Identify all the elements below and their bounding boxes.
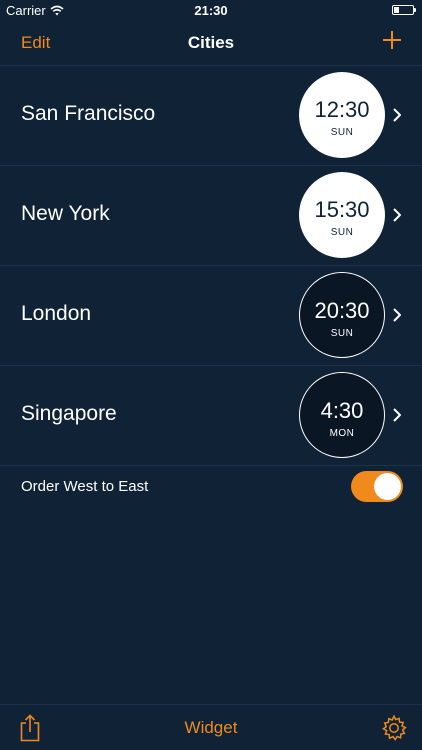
city-row-singapore[interactable]: Singapore 4:30 MON bbox=[0, 366, 422, 466]
clock-badge: 12:30 SUN bbox=[299, 72, 385, 158]
clock-weekday: SUN bbox=[330, 328, 354, 339]
bottom-toolbar: Widget bbox=[0, 704, 422, 750]
city-name: London bbox=[21, 302, 92, 325]
city-row-london[interactable]: London 20:30 SUN bbox=[0, 266, 422, 366]
chevron-right-icon bbox=[393, 308, 401, 322]
order-west-to-east-row: Order West to East bbox=[0, 464, 422, 508]
city-name: New York bbox=[21, 202, 110, 225]
city-list: San Francisco 12:30 SUN New York 15:30 S… bbox=[0, 66, 422, 466]
status-time: 21:30 bbox=[194, 3, 228, 18]
clock-time: 20:30 bbox=[314, 298, 370, 323]
chevron-right-icon bbox=[393, 108, 401, 122]
order-label: Order West to East bbox=[21, 478, 149, 495]
clock-weekday: SUN bbox=[330, 127, 354, 138]
clock-badge: 15:30 SUN bbox=[299, 172, 385, 258]
clock-time: 15:30 bbox=[314, 197, 370, 222]
clock-weekday: SUN bbox=[330, 227, 354, 238]
page-title: Cities bbox=[187, 33, 235, 52]
clock-badge: 4:30 MON bbox=[299, 372, 385, 458]
clock-badge: 20:30 SUN bbox=[299, 272, 385, 358]
status-bar: Carrier 21:30 bbox=[0, 0, 422, 22]
clock-time: 4:30 bbox=[320, 398, 364, 423]
gear-icon[interactable] bbox=[380, 714, 408, 742]
chevron-right-icon bbox=[393, 408, 401, 422]
clock-time: 12:30 bbox=[314, 97, 370, 122]
city-name: Singapore bbox=[21, 402, 117, 425]
widget-button[interactable]: Widget bbox=[0, 718, 422, 738]
city-name: San Francisco bbox=[21, 102, 156, 125]
clock-weekday: MON bbox=[329, 428, 355, 439]
order-toggle[interactable] bbox=[351, 471, 403, 502]
plus-icon[interactable] bbox=[382, 30, 402, 50]
chevron-right-icon bbox=[393, 208, 401, 222]
toggle-knob bbox=[374, 473, 401, 500]
city-row-san-francisco[interactable]: San Francisco 12:30 SUN bbox=[0, 66, 422, 166]
battery-icon bbox=[392, 5, 416, 15]
city-row-new-york[interactable]: New York 15:30 SUN bbox=[0, 166, 422, 266]
navigation-bar: Edit Cities bbox=[0, 22, 422, 66]
